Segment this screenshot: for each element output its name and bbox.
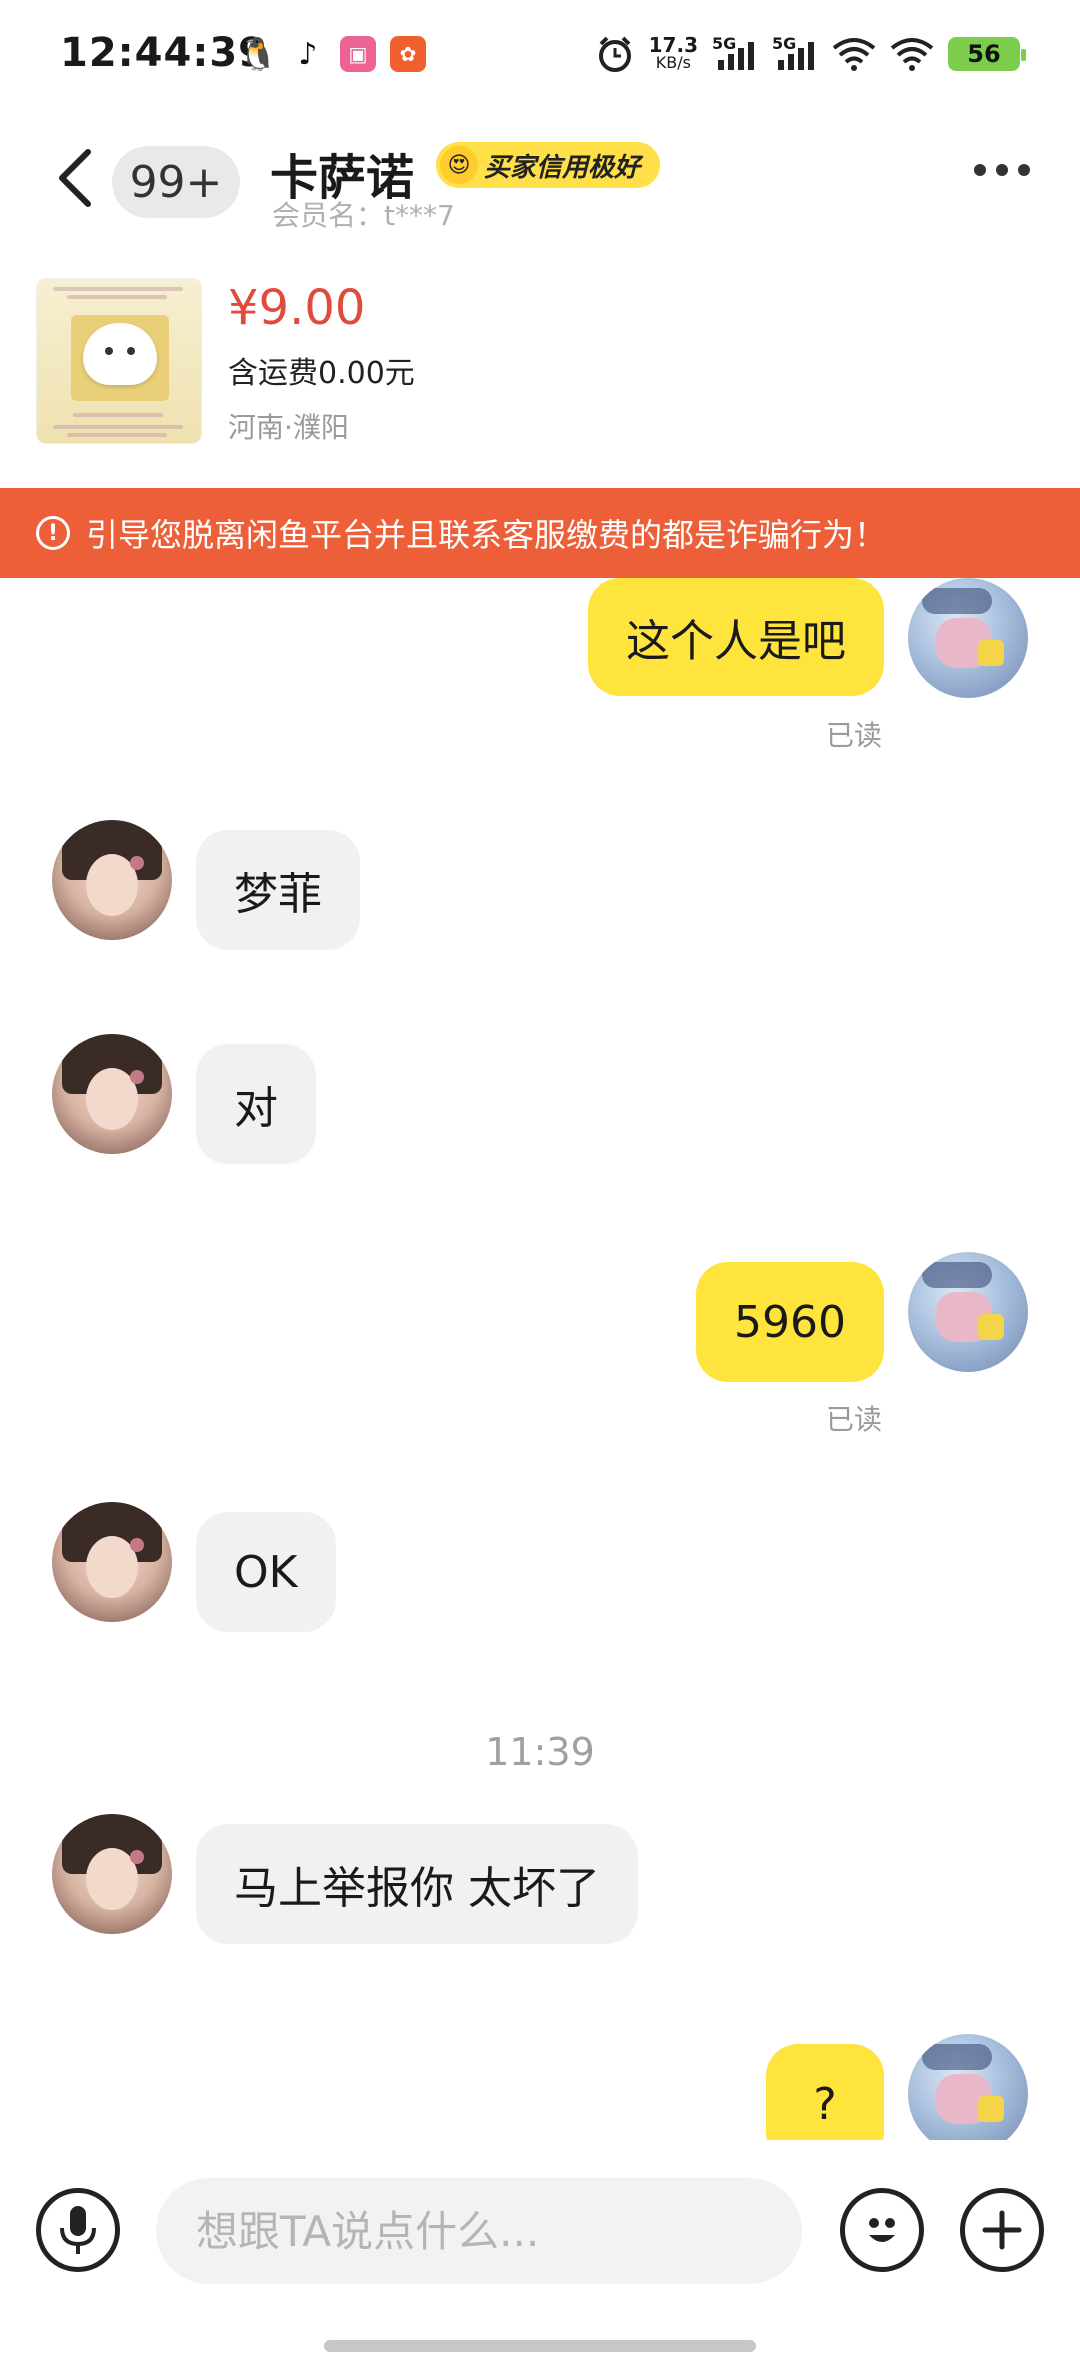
chat-messages[interactable]: 这个人是吧 已读 梦菲 对 5960 已读 OK 11:39 马上举报你 太坏了… [0,578,1080,2140]
status-app-icons: 🐧 ♪ ▣ ✿ [238,35,426,73]
sim2-signal: 5G [772,34,818,74]
smiley-hearts-icon: 😍 [440,146,478,184]
dot-icon [974,164,986,176]
add-attachment-button[interactable] [960,2188,1044,2272]
product-price: ¥9.00 [228,280,366,336]
message-bubble-received[interactable]: 马上举报你 太坏了 [196,1824,638,1944]
message-bubble-received[interactable]: 梦菲 [196,830,360,950]
back-button[interactable] [48,146,100,210]
avatar[interactable] [908,1252,1028,1372]
dot-icon [996,164,1008,176]
alarm-icon [598,36,631,72]
avatar[interactable] [52,1502,172,1622]
battery-indicator: 56 [948,37,1026,71]
chat-header: 99+ 卡萨诺 😍 买家信用极好 会员名：t***7 [0,118,1080,238]
app-orange-icon: ✿ [390,36,426,72]
fraud-warning-text: 引导您脱离闲鱼平台并且联系客服缴费的都是诈骗行为！ [86,516,887,554]
wifi-icon [832,38,876,71]
sim1-signal: 5G [712,34,758,74]
status-indicators: 17.3 KB/s 5G 5G 56 [595,33,1026,74]
avatar[interactable] [52,1034,172,1154]
message-input[interactable] [156,2178,802,2284]
read-status: 已读 [826,719,883,752]
smiley-icon [869,2218,895,2242]
avatar[interactable] [908,578,1028,698]
message-bubble-received[interactable]: 对 [196,1044,316,1164]
more-options-button[interactable] [974,164,1030,176]
qq-icon: 🐧 [238,35,278,73]
status-time: 12:44:39 [60,30,267,76]
avatar[interactable] [52,820,172,940]
status-bar: 12:44:39 🐧 ♪ ▣ ✿ 17.3 KB/s 5G 5G 56 [0,0,1080,118]
network-speed-unit: KB/s [655,53,691,72]
tiktok-icon: ♪ [298,36,318,72]
voice-input-button[interactable] [36,2188,120,2272]
network-speed: 17.3 KB/s [648,33,698,72]
microphone-icon [60,2206,96,2254]
product-card[interactable]: ¥9.00 含运费0.00元 河南·濮阳 [0,250,1080,488]
wifi-icon [890,38,934,71]
message-input-bar [0,2140,1080,2320]
credit-badge[interactable]: 😍 买家信用极好 [436,142,661,188]
message-bubble-sent[interactable]: 这个人是吧 [588,578,884,696]
fraud-warning-banner: ! 引导您脱离闲鱼平台并且联系客服缴费的都是诈骗行为！ [0,488,1080,578]
chevron-left-icon [59,149,91,207]
unread-count-badge[interactable]: 99+ [112,146,240,218]
message-bubble-sent[interactable]: 5960 [696,1262,884,1382]
product-thumbnail[interactable] [36,278,202,444]
plus-icon [982,2210,1022,2250]
alert-icon: ! [36,516,70,550]
product-location: 河南·濮阳 [228,411,349,444]
credit-badge-label: 买家信用极好 [484,152,641,183]
dot-icon [1018,164,1030,176]
cloud-mascot-image [83,323,157,385]
member-name: 会员名：t***7 [272,199,455,232]
signal-icon [778,42,814,70]
message-bubble-received[interactable]: OK [196,1512,336,1632]
signal-icon [718,42,754,70]
shipping-info: 含运费0.00元 [228,356,415,391]
avatar[interactable] [908,2034,1028,2140]
message-bubble-sent[interactable]: ? [766,2044,884,2140]
time-divider: 11:39 [485,1730,595,1774]
emoji-button[interactable] [840,2188,924,2272]
bilibili-icon: ▣ [340,36,376,72]
home-indicator[interactable] [324,2340,756,2352]
network-speed-value: 17.3 [648,33,698,57]
read-status: 已读 [826,1403,883,1436]
avatar[interactable] [52,1814,172,1934]
